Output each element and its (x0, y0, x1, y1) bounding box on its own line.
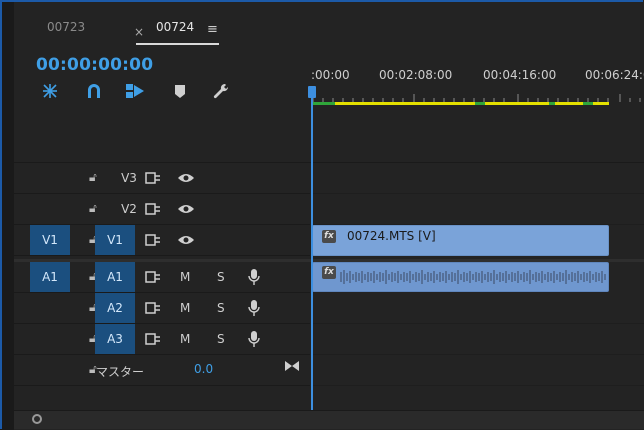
track-lane-a2[interactable] (312, 293, 644, 324)
lock-icon[interactable]: 🔓︎ (89, 170, 97, 185)
track-name-a3[interactable]: A3 (95, 324, 135, 354)
track-lane-master[interactable] (312, 355, 644, 386)
panel-left-edge (0, 0, 14, 430)
sync-lock-icon[interactable] (145, 203, 161, 215)
panel-menu-icon[interactable]: ≡ (207, 22, 218, 37)
ripple-snap-icon[interactable] (40, 82, 60, 100)
microphone-icon[interactable] (248, 330, 260, 348)
ruler-label-0: :00:00 (311, 68, 350, 82)
playhead-line[interactable] (311, 96, 313, 411)
track-name-v1[interactable]: V1 (95, 225, 135, 255)
track-header-a2: 🔓︎ A2 M S (14, 293, 310, 324)
sync-lock-icon[interactable] (145, 302, 161, 314)
video-clip[interactable]: fx 00724.MTS [V] (312, 225, 609, 256)
active-tab-underline (136, 43, 219, 45)
eye-icon[interactable] (177, 172, 195, 184)
fx-badge-icon[interactable]: fx (322, 230, 336, 243)
solo-button[interactable]: S (217, 332, 225, 346)
time-ruler[interactable] (311, 88, 644, 106)
track-header-v1: V1 🔓︎ V1 (14, 225, 310, 256)
track-name-v2[interactable]: V2 (109, 194, 149, 224)
playhead-timecode[interactable]: 00:00:00:00 (36, 55, 153, 75)
source-patch-v1[interactable]: V1 (30, 225, 70, 255)
close-icon[interactable]: × (134, 25, 144, 39)
track-header-a3: 🔓︎ A3 M S (14, 324, 310, 355)
sync-lock-icon[interactable] (145, 172, 161, 184)
source-patch-a1[interactable]: A1 (30, 262, 70, 292)
audio-waveform (340, 270, 606, 284)
eye-icon[interactable] (177, 234, 195, 246)
master-volume-value[interactable]: 0.0 (194, 362, 213, 376)
microphone-icon[interactable] (248, 268, 260, 286)
ruler-label-1: 00:02:08:00 (379, 68, 453, 82)
wrench-icon[interactable] (211, 82, 231, 100)
track-lane-v2[interactable] (312, 194, 644, 225)
track-name-v3[interactable]: V3 (109, 163, 149, 193)
sync-lock-icon[interactable] (145, 333, 161, 345)
ruler-label-2: 00:04:16:00 (483, 68, 557, 82)
track-lane-a3[interactable] (312, 324, 644, 355)
playhead-handle[interactable] (308, 86, 316, 98)
tab-00723[interactable]: 00723 (47, 20, 85, 34)
track-header-a1: A1 🔓︎ A1 M S (14, 262, 310, 293)
track-header-master: 🔓︎ マスター 0.0 (14, 355, 310, 386)
sync-lock-icon[interactable] (145, 271, 161, 283)
magnet-icon[interactable] (84, 82, 104, 100)
track-header-v2: 🔓︎ V2 (14, 194, 310, 225)
eye-icon[interactable] (177, 203, 195, 215)
bowtie-icon[interactable] (284, 360, 300, 372)
lock-icon[interactable]: 🔓︎ (89, 201, 97, 216)
zoom-handle[interactable] (32, 414, 42, 424)
mute-button[interactable]: M (180, 332, 190, 346)
audio-clip[interactable]: fx (312, 262, 609, 292)
track-header-v3: 🔓︎ V3 (14, 163, 310, 194)
sync-lock-icon[interactable] (145, 234, 161, 246)
master-label: マスター (96, 365, 145, 379)
microphone-icon[interactable] (248, 299, 260, 317)
mute-button[interactable]: M (180, 301, 190, 315)
linked-selection-icon[interactable] (125, 82, 145, 100)
track-lane-v3[interactable] (312, 163, 644, 194)
solo-button[interactable]: S (217, 301, 225, 315)
track-name-a2[interactable]: A2 (95, 293, 135, 323)
tab-00724[interactable]: 00724 (156, 20, 194, 34)
sequence-tabs: 00723 × 00724 ≡ (14, 0, 644, 48)
ruler-label-3: 00:06:24:0 (585, 68, 644, 82)
track-name-a1[interactable]: A1 (95, 262, 135, 292)
marker-icon[interactable] (170, 82, 190, 100)
mute-button[interactable]: M (180, 270, 190, 284)
video-clip-label: 00724.MTS [V] (347, 229, 436, 243)
solo-button[interactable]: S (217, 270, 225, 284)
horizontal-zoom-scrollbar[interactable] (14, 410, 644, 429)
